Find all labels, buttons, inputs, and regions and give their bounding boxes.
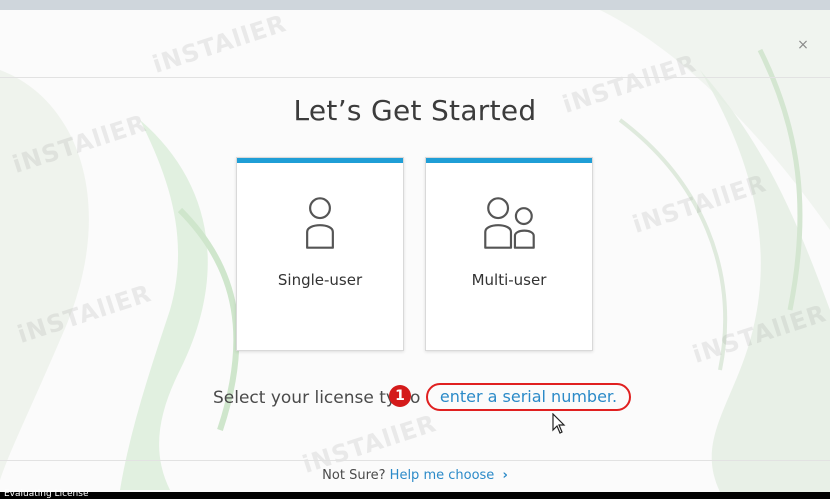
status-text: Evaluating License xyxy=(4,489,89,499)
status-bar: Evaluating License xyxy=(0,489,830,499)
multi-user-icon xyxy=(484,197,535,249)
page-title: Let’s Get Started xyxy=(293,94,537,127)
license-dialog: iNSTAllER iNSTAllER iNSTAllER iNSTAllER … xyxy=(0,10,830,492)
footer-divider xyxy=(0,460,830,461)
mouse-pointer-icon xyxy=(552,413,566,434)
multi-user-label: Multi-user xyxy=(471,271,547,289)
single-user-icon xyxy=(306,197,334,249)
card-accent-bar xyxy=(237,158,403,163)
single-user-label: Single-user xyxy=(277,271,363,289)
close-button[interactable]: × xyxy=(796,38,810,52)
footer: Not Sure? Help me choose › xyxy=(0,468,830,483)
multi-user-card[interactable]: Multi-user xyxy=(425,157,593,351)
background-decoration xyxy=(0,10,830,492)
header-divider xyxy=(0,77,830,78)
prompt-text: Select your license ty xyxy=(213,388,396,408)
card-accent-bar xyxy=(426,158,592,163)
step-number-badge: 1 xyxy=(389,385,411,407)
not-sure-text: Not Sure? xyxy=(322,468,386,483)
help-me-choose-link[interactable]: Help me choose xyxy=(390,468,495,483)
single-user-card[interactable]: Single-user xyxy=(236,157,404,351)
prompt-text-after: o xyxy=(409,388,421,408)
enter-serial-number-link[interactable]: enter a serial number. xyxy=(426,383,631,411)
chevron-right-icon[interactable]: › xyxy=(502,468,507,483)
